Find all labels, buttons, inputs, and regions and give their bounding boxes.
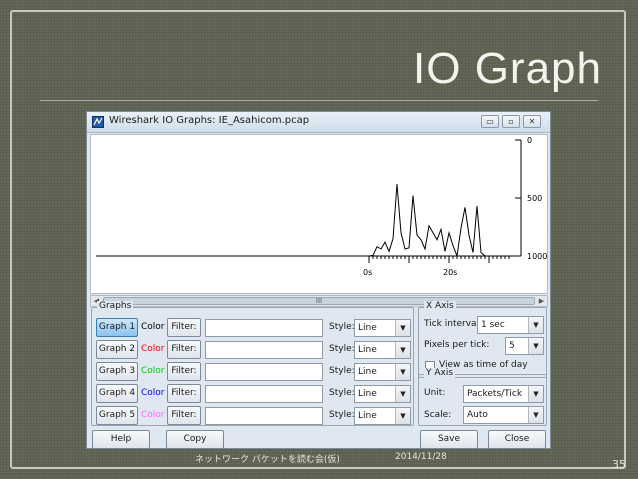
graph-button[interactable]: Graph 3 — [96, 362, 138, 381]
tick-interval-value: 1 sec — [481, 320, 505, 330]
io-graph-plot[interactable]: 1000 500 0 0s 20s — [90, 134, 548, 294]
filter-button[interactable]: Filter: — [167, 406, 201, 425]
filter-button[interactable]: Filter: — [167, 384, 201, 403]
scale-select[interactable]: Auto ▼ — [463, 406, 544, 424]
close-window-button[interactable]: ✕ — [523, 115, 541, 128]
graph-color-label[interactable]: Color — [141, 322, 165, 332]
filter-button[interactable]: Filter: — [167, 340, 201, 359]
unit-value: Packets/Tick — [467, 389, 523, 399]
filter-input[interactable] — [205, 363, 323, 381]
tick-interval-label: Tick interval: — [424, 319, 483, 329]
filter-input[interactable] — [205, 385, 323, 403]
x-tick-label: 20s — [443, 268, 457, 277]
style-label: Style: — [329, 322, 355, 332]
unit-select[interactable]: Packets/Tick ▼ — [463, 385, 544, 403]
style-value: Line — [358, 389, 377, 399]
style-select[interactable]: Line ▼ — [354, 319, 411, 337]
x-axis-legend: X Axis — [424, 301, 456, 311]
copy-button[interactable]: Copy — [166, 430, 224, 449]
series-line — [368, 184, 509, 258]
io-graph-window: Wireshark IO Graphs: IE_Asahicom.pcap ▭ … — [86, 111, 551, 449]
pixels-per-tick-label: Pixels per tick: — [424, 340, 490, 350]
pixels-per-tick-value: 5 — [509, 341, 515, 351]
tick-interval-select[interactable]: 1 sec ▼ — [477, 316, 544, 334]
filter-input[interactable] — [205, 407, 323, 425]
chevron-down-icon[interactable]: ▼ — [528, 317, 543, 333]
filter-input[interactable] — [205, 341, 323, 359]
window-title: Wireshark IO Graphs: IE_Asahicom.pcap — [109, 115, 310, 126]
graph-color-label[interactable]: Color — [141, 344, 165, 354]
graphs-legend: Graphs — [97, 301, 134, 311]
close-button[interactable]: Close — [488, 430, 546, 449]
y-tick-label: 0 — [527, 136, 532, 145]
help-button[interactable]: Help — [92, 430, 150, 449]
y-axis-group: Y Axis Unit: Packets/Tick ▼ Scale: Auto … — [418, 368, 547, 426]
graph-color-label[interactable]: Color — [141, 366, 165, 376]
minimize-button[interactable]: ▭ — [481, 115, 499, 128]
graphs-group: Graphs Graph 1 Color Filter: Style: Line ▼ Gra… — [91, 301, 414, 426]
scale-value: Auto — [467, 410, 488, 420]
style-value: Line — [358, 411, 377, 421]
y-tick-label: 1000 — [527, 252, 547, 261]
scale-label: Scale: — [424, 410, 452, 420]
horizontal-scrollbar[interactable]: ◀ III ▶ — [90, 295, 548, 307]
graph-button[interactable]: Graph 4 — [96, 384, 138, 403]
style-value: Line — [358, 367, 377, 377]
maximize-button[interactable]: ▫ — [502, 115, 520, 128]
title-divider — [40, 100, 598, 101]
chevron-down-icon[interactable]: ▼ — [395, 320, 410, 336]
style-label: Style: — [329, 410, 355, 420]
style-select[interactable]: Line ▼ — [354, 407, 411, 425]
chevron-down-icon[interactable]: ▼ — [395, 408, 410, 424]
chevron-down-icon[interactable]: ▼ — [395, 364, 410, 380]
graph-button[interactable]: Graph 5 — [96, 406, 138, 425]
style-value: Line — [358, 323, 377, 333]
scroll-thumb[interactable]: III — [103, 297, 535, 305]
filter-input[interactable] — [205, 319, 323, 337]
style-select[interactable]: Line ▼ — [354, 363, 411, 381]
footer-text: ネットワーク パケットを読む会(仮) — [195, 455, 340, 465]
pixels-per-tick-select[interactable]: 5 ▼ — [505, 337, 544, 355]
wireshark-icon — [92, 116, 104, 128]
chevron-down-icon[interactable]: ▼ — [528, 386, 543, 402]
y-tick-label: 500 — [527, 194, 542, 203]
scroll-right-icon[interactable]: ▶ — [537, 297, 546, 305]
footer-date: 2014/11/28 — [395, 452, 447, 462]
style-select[interactable]: Line ▼ — [354, 385, 411, 403]
style-label: Style: — [329, 366, 355, 376]
y-axis-legend: Y Axis — [424, 368, 456, 378]
style-label: Style: — [329, 344, 355, 354]
graph-button[interactable]: Graph 1 — [96, 318, 138, 337]
slide-title: IO Graph — [413, 44, 602, 93]
graph-color-label[interactable]: Color — [141, 388, 165, 398]
style-value: Line — [358, 345, 377, 355]
chevron-down-icon[interactable]: ▼ — [528, 407, 543, 423]
chevron-down-icon[interactable]: ▼ — [395, 342, 410, 358]
unit-label: Unit: — [424, 388, 446, 398]
save-button[interactable]: Save — [420, 430, 478, 449]
page-number: 35 — [612, 458, 626, 471]
chevron-down-icon[interactable]: ▼ — [395, 386, 410, 402]
graph-color-label[interactable]: Color — [141, 410, 165, 420]
window-titlebar[interactable]: Wireshark IO Graphs: IE_Asahicom.pcap ▭ … — [87, 112, 550, 133]
chevron-down-icon[interactable]: ▼ — [528, 338, 543, 354]
io-graph-chart: 1000 500 0 0s 20s — [96, 136, 547, 277]
graph-button[interactable]: Graph 2 — [96, 340, 138, 359]
x-tick-label: 0s — [363, 268, 372, 277]
filter-button[interactable]: Filter: — [167, 318, 201, 337]
filter-button[interactable]: Filter: — [167, 362, 201, 381]
style-select[interactable]: Line ▼ — [354, 341, 411, 359]
style-label: Style: — [329, 388, 355, 398]
